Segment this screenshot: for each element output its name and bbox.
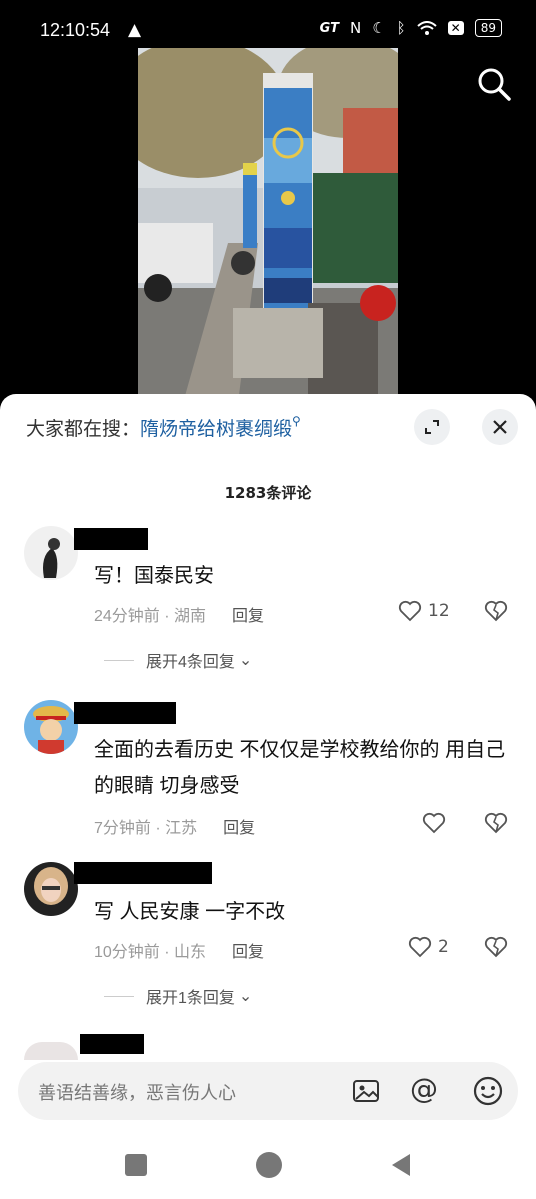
like-count: 12 xyxy=(428,601,450,621)
video-frame xyxy=(138,48,398,403)
system-nav-bar xyxy=(0,1130,536,1199)
divider xyxy=(104,659,134,661)
status-icons: GT N ☾ ᛒ ✕ 89 xyxy=(320,19,502,37)
wifi-icon xyxy=(416,20,437,35)
comment-meta: 24分钟前 · 湖南 回复 xyxy=(94,602,264,626)
comment-meta: 7分钟前 · 江苏 回复 xyxy=(94,814,255,838)
comment-text: 全面的去看历史 不仅仅是学校教给你的 用自己的眼睛 切身感受 xyxy=(94,739,506,797)
expand-replies-button[interactable]: 展开4条回复 ⌄ xyxy=(104,648,252,672)
comment-time-location: 24分钟前 · 湖南 xyxy=(94,608,207,625)
hot-search-prefix: 大家都在搜： xyxy=(26,419,141,440)
chevron-down-icon: ⌄ xyxy=(238,652,253,669)
search-button[interactable] xyxy=(474,64,514,104)
bluetooth-icon: ᛒ xyxy=(396,19,406,37)
dislike-icon[interactable] xyxy=(484,600,508,622)
like-button[interactable]: 12 xyxy=(398,600,450,622)
like-button[interactable] xyxy=(422,812,446,834)
dislike-icon[interactable] xyxy=(484,812,508,834)
close-button[interactable] xyxy=(482,409,518,445)
expand-replies-label: 展开1条回复 xyxy=(146,990,235,1007)
image-icon[interactable] xyxy=(352,1077,380,1105)
avatar[interactable] xyxy=(24,526,78,580)
recents-button[interactable] xyxy=(125,1154,147,1176)
comment-time-location: 7分钟前 · 江苏 xyxy=(94,820,198,837)
mention-icon[interactable]: @ xyxy=(410,1072,438,1105)
moon-icon: ☾ xyxy=(372,19,386,37)
redacted-username xyxy=(74,528,148,550)
hot-search-keyword[interactable]: 隋炀帝给树裹绸缎 xyxy=(140,419,292,440)
heart-icon xyxy=(408,936,432,958)
redacted-username xyxy=(74,702,176,724)
chevron-down-icon: ⌄ xyxy=(238,988,253,1005)
reply-button[interactable]: 回复 xyxy=(223,820,255,837)
reply-button[interactable]: 回复 xyxy=(232,944,264,961)
search-icon xyxy=(478,68,511,101)
comment-input[interactable]: 善语结善缘，恶言伤人心 @ xyxy=(18,1062,518,1120)
like-count: 2 xyxy=(438,937,449,957)
expand-icon xyxy=(425,420,439,434)
redacted-username xyxy=(74,862,212,884)
video-player[interactable] xyxy=(138,48,398,403)
x-icon: ✕ xyxy=(447,21,464,35)
home-button[interactable] xyxy=(256,1152,282,1178)
hot-search-bar: 大家都在搜：隋炀帝给树裹绸缎⚲ xyxy=(26,414,301,441)
divider xyxy=(104,995,134,997)
dislike-icon[interactable] xyxy=(484,936,508,958)
avatar[interactable] xyxy=(24,862,78,916)
redacted-username xyxy=(80,1034,144,1054)
comment-count: 1283条评论 xyxy=(224,484,312,502)
back-button[interactable] xyxy=(388,1152,414,1178)
comment-input-placeholder: 善语结善缘，恶言伤人心 xyxy=(38,1083,236,1103)
nfc-icon: N xyxy=(349,19,362,37)
expand-replies-label: 展开4条回复 xyxy=(146,654,235,671)
hot-search-icon: ⚲ xyxy=(292,414,301,428)
status-bar: 12:10:54 ▲ GT N ☾ ᛒ ✕ 89 xyxy=(0,0,536,48)
avatar[interactable] xyxy=(24,700,78,754)
comment-text: 写 人民安康 一字不改 xyxy=(94,901,286,923)
comment-text: 写！国泰民安 xyxy=(94,565,214,587)
battery-icon: 89 xyxy=(474,19,502,37)
expand-button[interactable] xyxy=(414,409,450,445)
battery-level: 89 xyxy=(480,21,496,35)
like-button[interactable]: 2 xyxy=(408,936,449,958)
close-icon xyxy=(493,420,507,434)
comment-meta: 10分钟前 · 山东 回复 xyxy=(94,938,264,962)
emoji-icon[interactable] xyxy=(472,1075,504,1107)
avatar[interactable] xyxy=(24,1042,78,1060)
network-label: GT xyxy=(319,20,339,36)
heart-icon xyxy=(398,600,422,622)
expand-replies-button[interactable]: 展开1条回复 ⌄ xyxy=(104,984,252,1008)
comment-time-location: 10分钟前 · 山东 xyxy=(94,944,207,961)
status-time: 12:10:54 xyxy=(40,20,111,40)
warning-icon: ▲ xyxy=(128,20,142,40)
heart-icon xyxy=(422,812,446,834)
reply-button[interactable]: 回复 xyxy=(232,608,264,625)
